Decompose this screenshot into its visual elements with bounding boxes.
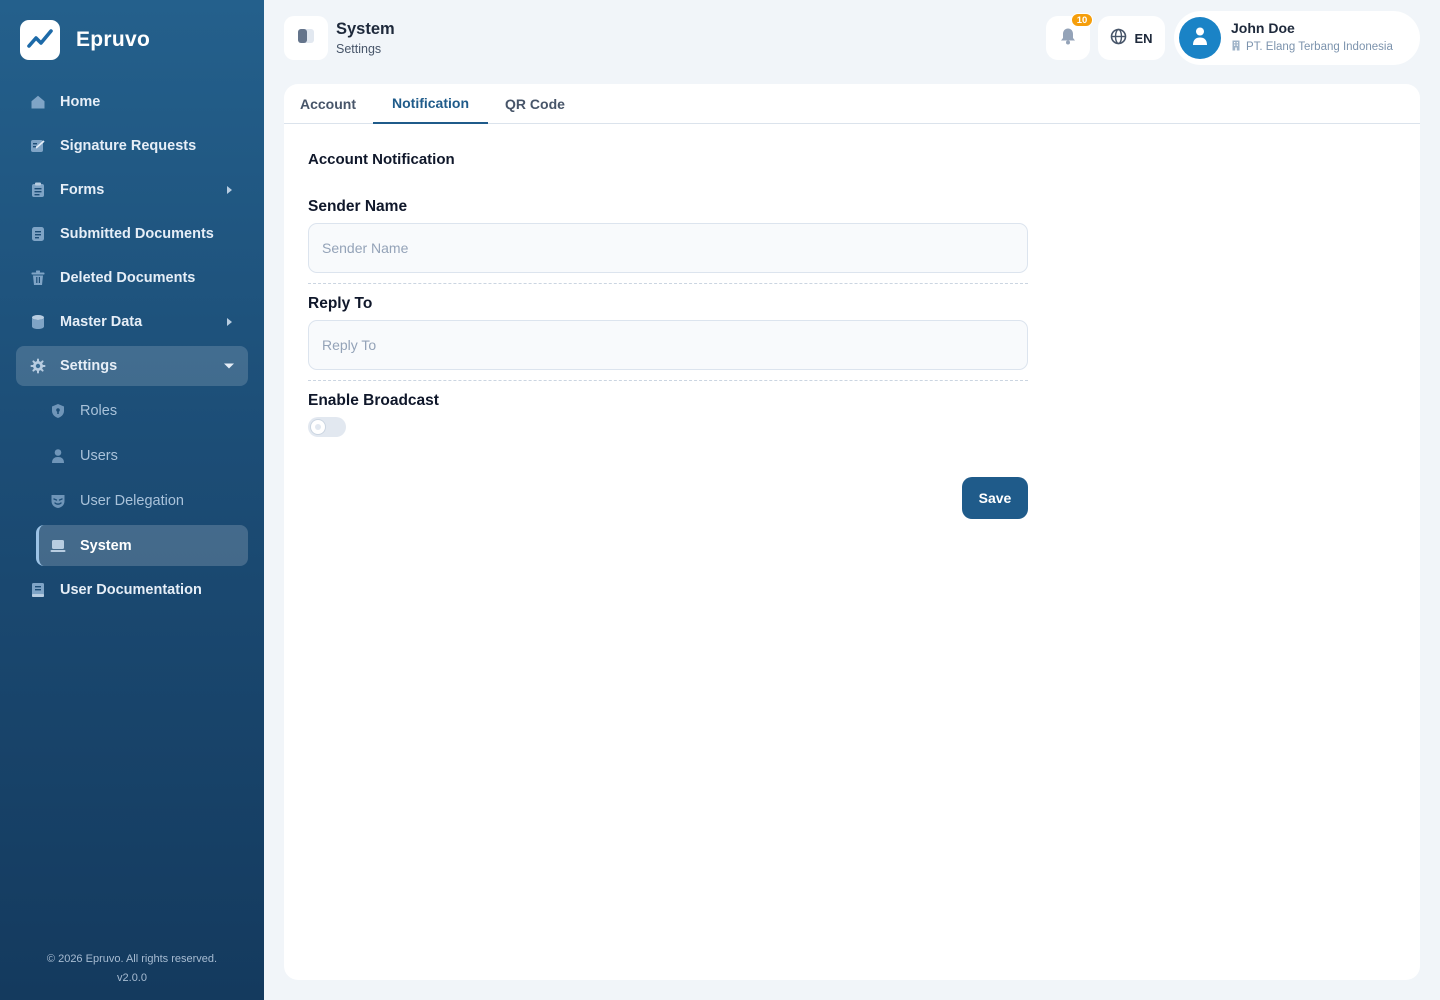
document-icon (30, 226, 46, 242)
brand-name: Epruvo (76, 28, 151, 51)
bell-icon (1059, 27, 1077, 50)
sidebar-item-settings[interactable]: Settings (16, 346, 248, 386)
tab-qr-code[interactable]: QR Code (494, 84, 576, 124)
sidebar-item-home[interactable]: Home (16, 82, 248, 122)
divider (308, 283, 1028, 284)
sidebar-item-roles[interactable]: Roles (36, 390, 248, 431)
user-company-name: PT. Elang Terbang Indonesia (1246, 41, 1393, 53)
sidebar-item-label: Forms (60, 182, 105, 198)
sidebar-item-user-delegation[interactable]: User Delegation (36, 480, 248, 521)
sidebar-item-label: Roles (80, 402, 118, 419)
copyright-text: © 2026 Epruvo. All rights reserved. (46, 953, 218, 965)
database-icon (30, 314, 46, 330)
sidebar-item-label: User Delegation (80, 492, 184, 509)
tab-notification[interactable]: Notification (373, 84, 488, 124)
brand[interactable]: Epruvo (20, 20, 150, 60)
user-menu[interactable]: John Doe PT. Elang Terbang Indonesia (1174, 11, 1420, 65)
sidebar-item-system[interactable]: System (36, 525, 248, 566)
tab-account[interactable]: Account (284, 84, 372, 124)
globe-icon (1110, 28, 1127, 48)
signature-icon (30, 138, 46, 154)
settings-tabs: Account Notification QR Code (284, 84, 1420, 124)
reply-to-label: Reply To (308, 295, 373, 312)
building-icon (1231, 40, 1241, 54)
sidebar-footer: © 2026 Epruvo. All rights reserved. v2.0… (0, 950, 264, 988)
sidebar-item-label: Master Data (60, 314, 143, 330)
sidebar-nav: Home Signature Requests Forms Submitted … (16, 82, 248, 614)
book-icon (30, 582, 46, 598)
sidebar-item-label: Submitted Documents (60, 226, 214, 242)
home-icon (30, 94, 46, 110)
gear-icon (30, 358, 46, 374)
settings-card: Account Notification QR Code Account Not… (284, 84, 1420, 980)
shield-icon (50, 403, 66, 419)
version-text: v2.0.0 (117, 972, 147, 984)
enable-broadcast-toggle[interactable] (308, 417, 346, 437)
sidebar-item-label: User Documentation (60, 582, 202, 598)
laptop-icon (50, 538, 66, 554)
sidebar-item-signature-requests[interactable]: Signature Requests (16, 126, 248, 166)
sidebar-item-label: Users (80, 447, 118, 464)
page-subtitle: Settings (336, 42, 382, 56)
reply-to-input[interactable] (308, 320, 1028, 370)
sidebar-item-label: Settings (60, 358, 118, 374)
enable-broadcast-label: Enable Broadcast (308, 392, 439, 409)
page-title: System (336, 20, 395, 38)
section-title: Account Notification (308, 151, 455, 168)
settings-submenu: Roles Users User Delegation System (16, 390, 248, 566)
divider (308, 380, 1028, 381)
user-icon (50, 448, 66, 464)
sender-name-input[interactable] (308, 223, 1028, 273)
chevron-right-icon (227, 318, 232, 326)
sidebar-item-forms[interactable]: Forms (16, 170, 248, 210)
toggle-knob (311, 420, 325, 434)
sidebar-item-label: Signature Requests (60, 138, 197, 154)
avatar (1179, 17, 1221, 59)
user-name: John Doe (1231, 20, 1295, 36)
sidebar-item-label: Home (60, 94, 101, 110)
sidebar-item-submitted-documents[interactable]: Submitted Documents (16, 214, 248, 254)
sidebar-item-deleted-documents[interactable]: Deleted Documents (16, 258, 248, 298)
chevron-right-icon (227, 186, 232, 194)
user-avatar-icon (1191, 26, 1209, 51)
sidebar-item-user-documentation[interactable]: User Documentation (16, 570, 248, 610)
sidebar-toggle-button[interactable] (284, 16, 328, 60)
chevron-down-icon (224, 363, 234, 369)
sidebar: Epruvo Home Signature Requests Forms Sub… (0, 0, 264, 1000)
sidebar-item-label: System (80, 537, 132, 554)
trash-icon (30, 270, 46, 286)
panel-toggle-icon (297, 28, 315, 49)
clipboard-icon (30, 182, 46, 198)
sidebar-item-master-data[interactable]: Master Data (16, 302, 248, 342)
language-code: EN (1134, 30, 1153, 46)
user-company: PT. Elang Terbang Indonesia (1231, 40, 1393, 54)
language-selector[interactable]: EN (1098, 16, 1165, 60)
trend-chart-icon (20, 20, 60, 60)
sender-name-label: Sender Name (308, 198, 408, 215)
sidebar-item-label: Deleted Documents (60, 270, 196, 286)
notification-count-badge: 10 (1071, 13, 1093, 27)
save-button[interactable]: Save (962, 477, 1028, 519)
sidebar-item-users[interactable]: Users (36, 435, 248, 476)
delegation-icon (50, 493, 66, 509)
